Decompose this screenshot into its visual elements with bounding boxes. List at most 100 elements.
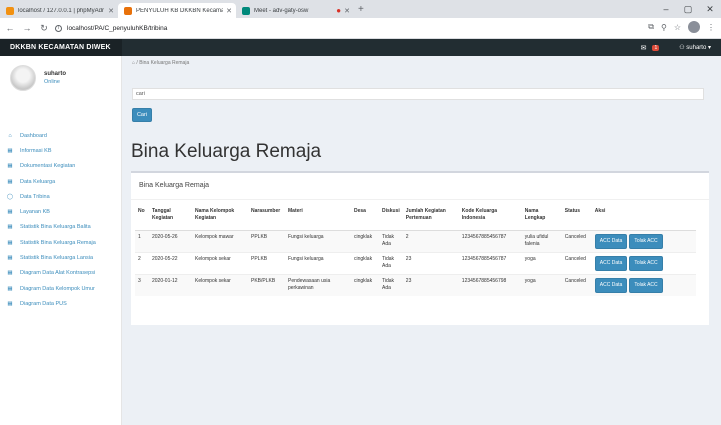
cell-materi: Pendewasaan usia perkawinan [285, 273, 351, 296]
notification-badge: 1 [652, 44, 660, 51]
column-header: Narasumber [248, 206, 285, 231]
close-window-button[interactable]: ✕ [699, 0, 721, 18]
url-field[interactable]: i localhost/PA/C_penyuluhKB/tribina [55, 21, 535, 36]
tolak-acc-button[interactable]: Tolak ACC [629, 255, 663, 271]
sidebar-item-label: Data Tribina [20, 193, 50, 200]
tab-close-icon[interactable]: ✕ [344, 7, 350, 15]
user-panel: suharto Online [0, 56, 121, 106]
brand-logo[interactable]: DKKBN KECAMATAN DIWEK [0, 39, 122, 56]
sidebar-item-data-keluarga[interactable]: ▦ Data Keluarga [0, 174, 121, 189]
cell-narasumber: PPLKB [248, 229, 285, 252]
header-right: ✉ 1 ⚇ suharto ▾ [641, 39, 711, 56]
reload-icon[interactable]: ↻ [37, 23, 51, 34]
breadcrumb: ⌂ / Bina Keluarga Remaja [132, 60, 190, 66]
sidebar-item-statistik-lansia[interactable]: ▦ Statistik Bina Keluarga Lansia [0, 250, 121, 265]
info-icon[interactable]: i [55, 24, 62, 32]
browser-tab-meet[interactable]: Meet - adv-gaty-osw ● ✕ [236, 3, 354, 18]
cell-nama: yulia ufidul falenia [521, 229, 562, 252]
acc-data-button[interactable]: ACC Data [594, 233, 628, 249]
cell-jumlah: 2 [402, 229, 459, 252]
cell-nama: yoga [521, 251, 562, 274]
column-header: Desa [351, 206, 379, 231]
sidebar-item-diagram-umur[interactable]: ▦ Diagram Data Kelompok Umur [0, 281, 121, 296]
cell-desa: cingklak [351, 229, 379, 252]
tolak-acc-button[interactable]: Tolak ACC [629, 277, 663, 293]
sidebar-item-dashboard[interactable]: ⌂ Dashboard [0, 128, 121, 143]
cell-status: Canceled [561, 273, 592, 296]
table-icon: ▦ [7, 255, 13, 262]
bookmark-star-icon[interactable]: ☆ [674, 23, 681, 32]
column-header: Nama Kelompok Kegiatan [192, 206, 248, 231]
search-button[interactable]: Cari [132, 108, 152, 122]
cell-kelompok: Kelompok sekar [192, 251, 248, 274]
column-header: Diskusi [379, 206, 403, 231]
column-header: Jumlah Kegiatan Pertemuan [402, 206, 459, 231]
tab-close-icon[interactable]: ✕ [108, 7, 114, 15]
forward-icon[interactable]: → [20, 23, 34, 33]
cell-no: 3 [135, 273, 149, 296]
column-header: Nama Lengkap [521, 206, 562, 231]
acc-data-button[interactable]: ACC Data [594, 255, 628, 271]
translate-icon[interactable]: ⧉ [648, 22, 654, 32]
sidebar-item-label: Statistik Bina Keluarga Balita [20, 224, 91, 231]
sidebar-item-label: Diagram Data Alat Kontrasepsi [20, 270, 96, 277]
sidebar-item-label: Statistik Bina Keluarga Lansia [20, 255, 94, 262]
mail-icon[interactable]: ✉ [641, 44, 647, 52]
meet-favicon-icon [242, 6, 250, 15]
cell-no: 2 [135, 251, 149, 274]
cell-kki: 1234567885456787 [458, 251, 522, 274]
sidebar-item-label: Statistik Bina Keluarga Remaja [20, 239, 96, 246]
cell-aksi: ACC Data Tolak ACC [591, 251, 696, 274]
cell-aksi: ACC Data Tolak ACC [591, 229, 696, 252]
sidebar-item-label: Layanan KB [20, 209, 50, 216]
cell-diskusi: Tidak Ada [379, 229, 403, 252]
sidebar-item-label: Dokumentasi Kegiatan [20, 163, 76, 170]
sidebar-item-dokumentasi-kegiatan[interactable]: ▦ Dokumentasi Kegiatan [0, 159, 121, 174]
table-icon: ▦ [7, 270, 13, 277]
table-icon: ▦ [7, 300, 13, 307]
cell-aksi: ACC Data Tolak ACC [591, 273, 696, 296]
cell-materi: Fungsi keluarga [285, 229, 351, 252]
user-menu[interactable]: ⚇ suharto ▾ [679, 44, 711, 51]
browser-tab-phpmyadmin[interactable]: localhost / 127.0.0.1 | phpMyAdr ✕ [0, 3, 118, 18]
sidebar-item-diagram-pus[interactable]: ▦ Diagram Data PUS [0, 296, 121, 311]
tab-title: localhost / 127.0.0.1 | phpMyAdr [18, 7, 104, 14]
tab-title: Meet - adv-gaty-osw [254, 7, 309, 14]
data-box: Bina Keluarga Remaja No Tanggal Kegiatan… [131, 171, 709, 325]
home-icon[interactable]: ⌂ [132, 60, 135, 66]
tab-close-icon[interactable]: ✕ [226, 7, 232, 15]
circle-icon: ◯ [6, 193, 14, 200]
column-header: Aksi [591, 206, 696, 231]
cell-materi: Fungsi keluarga [285, 251, 351, 274]
profile-avatar-icon[interactable] [688, 21, 700, 33]
browser-tab-penyuluh[interactable]: PENYULUH KB DKKBN Kecamatan ✕ [118, 3, 236, 18]
box-title: Bina Keluarga Remaja [139, 182, 210, 189]
avatar [10, 65, 36, 91]
sidebar-item-label: Dashboard [20, 132, 47, 139]
back-icon[interactable]: ← [3, 23, 17, 33]
sidebar-item-layanan-kb[interactable]: ▦ Layanan KB [0, 204, 121, 219]
maximize-button[interactable]: ▢ [677, 0, 699, 18]
breadcrumb-current: Bina Keluarga Remaja [139, 60, 190, 66]
cell-tanggal: 2020-05-26 [149, 229, 192, 252]
column-header: Kode Keluarga Indonesia [458, 206, 522, 231]
cell-diskusi: Tidak Ada [379, 251, 403, 274]
sidebar-item-statistik-balita[interactable]: ▦ Statistik Bina Keluarga Balita [0, 220, 121, 235]
user-icon: ⚇ [679, 45, 685, 51]
cell-tanggal: 2020-05-22 [149, 251, 192, 274]
sidebar-item-informasi-kb[interactable]: ▦ Informasi KB [0, 143, 121, 158]
cell-status: Canceled [561, 251, 592, 274]
search-input[interactable]: cari [132, 88, 704, 100]
address-bar: ← → ↻ i localhost/PA/C_penyuluhKB/tribin… [0, 18, 721, 39]
sidebar-item-statistik-remaja[interactable]: ▦ Statistik Bina Keluarga Remaja [0, 235, 121, 250]
sidebar-item-diagram-kontrasepsi[interactable]: ▦ Diagram Data Alat Kontrasepsi [0, 266, 121, 281]
browser-menu-icon[interactable]: ⋮ [707, 23, 715, 32]
zoom-icon[interactable]: ⚲ [661, 23, 667, 32]
new-tab-button[interactable]: + [358, 3, 364, 18]
sidebar-item-data-tribina[interactable]: ◯ Data Tribina [0, 189, 121, 204]
minimize-button[interactable]: – [655, 0, 677, 18]
acc-data-button[interactable]: ACC Data [594, 277, 628, 293]
table-icon: ▦ [7, 239, 13, 246]
table-header-row: No Tanggal Kegiatan Nama Kelompok Kegiat… [135, 206, 696, 231]
tolak-acc-button[interactable]: Tolak ACC [629, 233, 663, 249]
